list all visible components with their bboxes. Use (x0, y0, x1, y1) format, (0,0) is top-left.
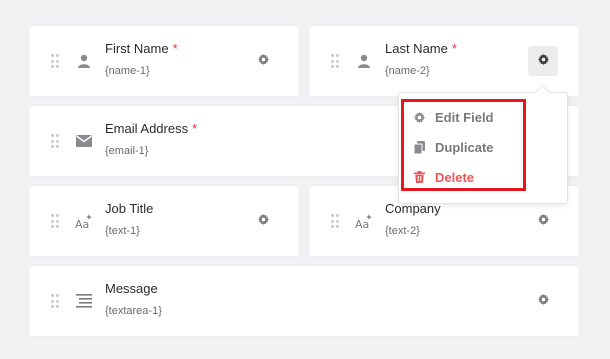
field-tag: {name-1} (105, 65, 150, 77)
field-label: Message (105, 281, 158, 296)
envelope-icon (75, 132, 93, 150)
field-tag: {name-2} (385, 65, 430, 77)
gear-icon (537, 52, 549, 70)
field-card-first-name[interactable]: First Name * {name-1} (29, 26, 299, 96)
field-label: Job Title (105, 201, 154, 216)
field-settings-button[interactable] (528, 286, 558, 316)
required-marker: * (451, 41, 457, 56)
required-marker: * (172, 41, 178, 56)
drag-handle-icon[interactable] (51, 214, 59, 228)
textarea-lines-icon (75, 292, 93, 310)
field-tag: {text-1} (105, 225, 140, 237)
field-settings-button[interactable] (528, 206, 558, 236)
field-label: Email Address (105, 121, 189, 136)
field-card-message[interactable]: Message {textarea-1} (29, 266, 579, 336)
gear-icon (257, 52, 269, 70)
field-label: First Name (105, 41, 169, 56)
svg-text:Aa: Aa (355, 218, 369, 229)
field-label: Last Name (385, 41, 448, 56)
text-sparkle-icon: Aa (75, 212, 93, 230)
person-icon (75, 52, 93, 70)
person-icon (355, 52, 373, 70)
drag-handle-icon[interactable] (331, 54, 339, 68)
drag-handle-icon[interactable] (51, 54, 59, 68)
required-marker: * (192, 121, 198, 136)
highlight-annotation-box (401, 99, 526, 191)
field-settings-button[interactable] (248, 206, 278, 236)
field-tag: {text-2} (385, 225, 420, 237)
text-sparkle-icon: Aa (355, 212, 373, 230)
field-settings-button[interactable] (248, 46, 278, 76)
gear-icon (257, 212, 269, 230)
svg-text:Aa: Aa (75, 218, 89, 229)
field-tag: {textarea-1} (105, 305, 162, 317)
drag-handle-icon[interactable] (51, 134, 59, 148)
field-card-last-name[interactable]: Last Name * {name-2} (309, 26, 579, 96)
drag-handle-icon[interactable] (331, 214, 339, 228)
field-card-job-title[interactable]: Aa Job Title {text-1} (29, 186, 299, 256)
field-tag: {email-1} (105, 145, 149, 157)
gear-icon (537, 292, 549, 310)
gear-icon (537, 212, 549, 230)
drag-handle-icon[interactable] (51, 294, 59, 308)
field-settings-button[interactable] (528, 46, 558, 76)
